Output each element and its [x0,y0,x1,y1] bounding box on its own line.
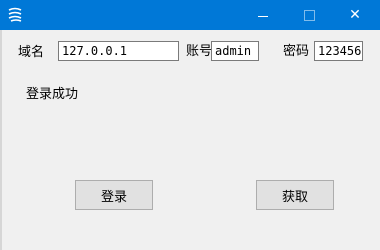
domain-input[interactable]: 127.0.0.1 [58,41,179,61]
minimize-button[interactable] [240,0,286,30]
close-button[interactable]: ✕ [332,0,378,30]
account-label: 账号 [186,44,213,59]
domain-label: 域名 [18,45,45,60]
title-bar[interactable]: ✕ [0,0,380,30]
close-icon: ✕ [349,7,361,23]
maximize-button[interactable] [286,0,332,30]
password-label: 密码 [283,44,310,59]
login-button[interactable]: 登录 [75,180,153,210]
password-input[interactable]: 123456 [314,41,363,61]
maximize-icon [303,9,315,21]
window-edge [0,30,2,250]
app-window: ✕ 域名 127.0.0.1 账号 admin 密码 123456 登录成功 登… [0,0,380,250]
status-message: 登录成功 [26,87,79,102]
account-input[interactable]: admin [211,41,259,61]
app-logo-icon[interactable] [6,6,24,24]
minimize-icon [258,15,268,17]
fetch-button[interactable]: 获取 [256,180,334,210]
